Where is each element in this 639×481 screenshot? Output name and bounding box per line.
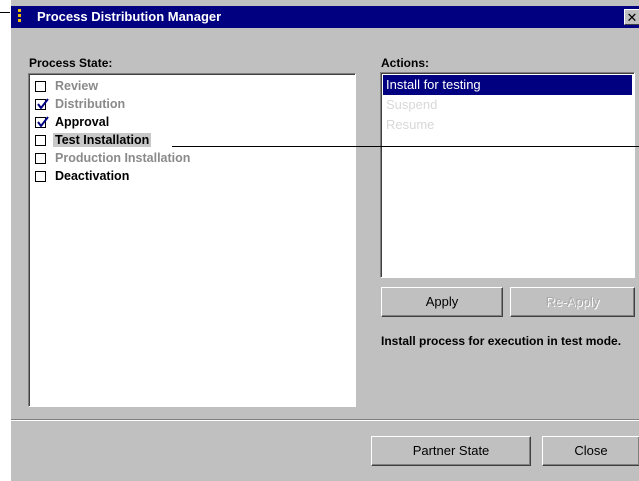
process-state-label-text: Review xyxy=(55,79,99,93)
app-icon xyxy=(17,9,23,25)
process-state-label-text: Production Installation xyxy=(55,151,191,165)
callout-line-right xyxy=(172,146,639,147)
action-item[interactable]: Install for testing xyxy=(383,75,632,95)
partner-state-button[interactable]: Partner State xyxy=(371,436,531,466)
process-state-label-text: Distribution xyxy=(55,97,126,111)
state-checkbox[interactable] xyxy=(35,116,49,128)
close-icon[interactable]: ✕ xyxy=(624,9,639,25)
process-state-label-text: Deactivation xyxy=(55,169,130,183)
state-checkbox[interactable] xyxy=(35,81,46,92)
process-state-label: Process State: xyxy=(29,56,113,70)
action-item[interactable]: Suspend xyxy=(383,95,632,115)
process-state-label-text: Test Installation xyxy=(53,133,152,147)
action-item[interactable]: Resume xyxy=(383,115,632,135)
close-button[interactable]: Close xyxy=(542,436,639,466)
footer-separator xyxy=(11,419,639,421)
state-checkbox[interactable] xyxy=(35,153,46,164)
state-checkbox[interactable] xyxy=(35,98,49,110)
window-title: Process Distribution Manager xyxy=(37,9,222,24)
state-checkbox[interactable] xyxy=(35,171,46,182)
title-bar[interactable]: Process Distribution Manager ✕ xyxy=(11,6,639,28)
actions-label: Actions: xyxy=(381,56,429,70)
reapply-button[interactable]: Re-Apply xyxy=(510,287,635,317)
process-state-panel: Review Distribution Approval Test Installat… xyxy=(28,73,356,407)
highlighted-label: Test Installation xyxy=(53,133,152,147)
action-description: Install process for execution in test mo… xyxy=(381,334,622,348)
apply-button[interactable]: Apply xyxy=(381,287,503,317)
process-state-label-text: Approval xyxy=(55,115,110,129)
actions-list[interactable]: Install for testing Suspend Resume xyxy=(380,72,635,278)
process-distribution-manager-window: Process Distribution Manager ✕ Process S… xyxy=(10,0,639,481)
state-checkbox[interactable] xyxy=(35,135,46,146)
